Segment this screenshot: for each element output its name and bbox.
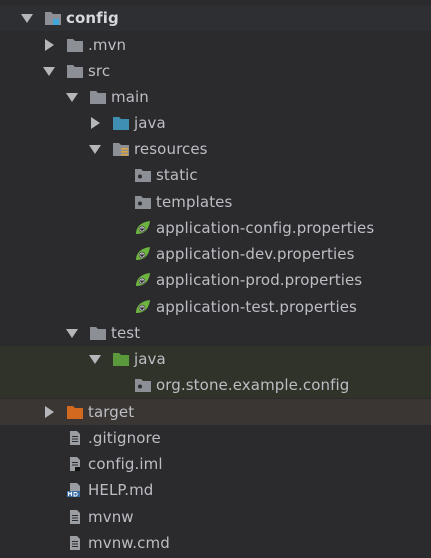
markdown-file-icon: [66, 482, 84, 498]
chevron-down-icon[interactable]: [20, 11, 34, 25]
text-file-icon: [66, 430, 84, 446]
tree-label: application-dev.properties: [156, 245, 355, 263]
tree-node-iml[interactable]: config.iml: [0, 451, 431, 477]
spring-properties-icon: [134, 272, 152, 288]
tree-node-mvnw[interactable]: mvnw: [0, 504, 431, 530]
text-file-icon: [66, 535, 84, 551]
spring-properties-icon: [134, 246, 152, 262]
tree-label: mvnw: [88, 508, 134, 526]
test-source-folder-icon: [112, 351, 130, 367]
folder-icon: [66, 63, 84, 79]
tree-node-app-prod[interactable]: application-prod.properties: [0, 267, 431, 293]
chevron-down-icon[interactable]: [88, 352, 102, 366]
package-folder-icon: [134, 377, 152, 393]
chevron-down-icon[interactable]: [42, 64, 56, 78]
spring-properties-icon: [134, 220, 152, 236]
tree-node-gitignore[interactable]: .gitignore: [0, 425, 431, 451]
package-folder-icon: [134, 167, 152, 183]
tree-node-java-main[interactable]: java: [0, 110, 431, 136]
tree-label: static: [156, 166, 198, 184]
tree-label: config.iml: [88, 455, 163, 473]
tree-label: HELP.md: [88, 481, 154, 499]
tree-label: mvnw.cmd: [88, 534, 170, 552]
tree-node-java-test[interactable]: java: [0, 346, 431, 372]
spring-properties-icon: [134, 299, 152, 315]
tree-label: application-prod.properties: [156, 271, 363, 289]
tree-label: application-test.properties: [156, 298, 357, 316]
source-folder-icon: [112, 115, 130, 131]
chevron-down-icon[interactable]: [88, 142, 102, 156]
chevron-right-icon[interactable]: [42, 405, 56, 419]
tree-node-resources[interactable]: resources: [0, 136, 431, 162]
tree-label: application-config.properties: [156, 219, 375, 237]
tree-label: main: [111, 88, 149, 106]
tree-label: config: [66, 9, 119, 27]
project-tree: config .mvn src main java resources stat…: [0, 0, 431, 558]
excluded-folder-icon: [66, 404, 84, 420]
package-folder-icon: [134, 194, 152, 210]
tree-node-templates[interactable]: templates: [0, 189, 431, 215]
tree-label: org.stone.example.config: [156, 376, 350, 394]
tree-node-test-package[interactable]: org.stone.example.config: [0, 372, 431, 398]
tree-node-help[interactable]: HELP.md: [0, 477, 431, 503]
tree-label: .gitignore: [88, 429, 161, 447]
tree-label: target: [88, 403, 135, 421]
tree-label: resources: [134, 140, 208, 158]
tree-label: test: [111, 324, 141, 342]
folder-icon: [66, 37, 84, 53]
tree-node-target[interactable]: target: [0, 399, 431, 425]
module-folder-icon: [44, 10, 62, 26]
tree-node-src[interactable]: src: [0, 58, 431, 84]
chevron-down-icon[interactable]: [65, 90, 79, 104]
tree-node-app-dev[interactable]: application-dev.properties: [0, 241, 431, 267]
tree-label: java: [134, 350, 166, 368]
text-file-icon: [66, 509, 84, 525]
tree-node-mvn[interactable]: .mvn: [0, 32, 431, 58]
tree-node-app-test[interactable]: application-test.properties: [0, 294, 431, 320]
tree-node-config[interactable]: config: [0, 5, 431, 31]
tree-node-static[interactable]: static: [0, 162, 431, 188]
tree-node-mvnw-cmd[interactable]: mvnw.cmd: [0, 530, 431, 556]
module-file-icon: [66, 456, 84, 472]
chevron-right-icon[interactable]: [42, 38, 56, 52]
tree-label: src: [88, 62, 111, 80]
tree-label: java: [134, 114, 166, 132]
chevron-right-icon[interactable]: [88, 116, 102, 130]
tree-node-main[interactable]: main: [0, 84, 431, 110]
chevron-down-icon[interactable]: [65, 326, 79, 340]
tree-node-app-config[interactable]: application-config.properties: [0, 215, 431, 241]
tree-label: .mvn: [88, 36, 127, 54]
tree-label: templates: [156, 193, 233, 211]
resources-folder-icon: [112, 141, 130, 157]
folder-icon: [89, 325, 107, 341]
folder-icon: [89, 89, 107, 105]
tree-node-test[interactable]: test: [0, 320, 431, 346]
